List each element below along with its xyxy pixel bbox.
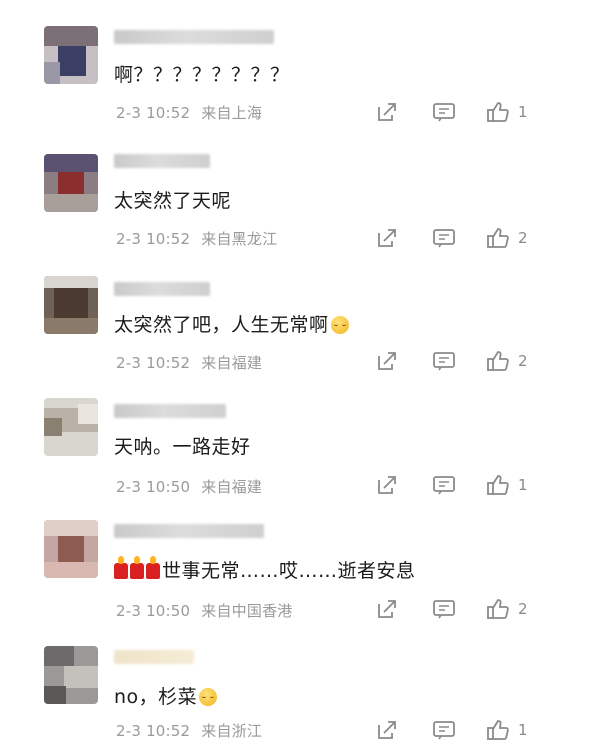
thumbs-up-icon	[487, 475, 509, 495]
like-count: 2	[518, 352, 528, 370]
avatar[interactable]	[44, 154, 98, 212]
like-count: 2	[518, 229, 528, 247]
comment-list: 啊？？？？？？？？ 2-3 10:52 来自上海 1 太突然了天呢 2-3 10…	[0, 0, 600, 748]
thumbs-up-icon	[487, 102, 509, 122]
like-button[interactable]: 1	[486, 718, 528, 742]
comment-item: 世事无常……哎……逝者安息 2-3 10:50 来自中国香港 2	[0, 496, 600, 620]
comment-icon	[433, 229, 455, 248]
like-button[interactable]: 2	[486, 226, 528, 250]
comment-time: 2-3 10:52	[116, 722, 191, 740]
comment-meta: 2-3 10:52 来自福建	[116, 352, 262, 373]
crying-emoji	[330, 316, 349, 334]
comment-location: 来自中国香港	[201, 602, 293, 620]
like-count: 1	[518, 103, 528, 121]
username-blurred[interactable]	[114, 524, 264, 538]
like-button[interactable]: 1	[486, 100, 528, 124]
comment-icon	[433, 721, 455, 740]
comment-button[interactable]	[432, 473, 456, 497]
candle-emoji	[146, 556, 160, 579]
share-button[interactable]	[376, 349, 398, 373]
comment-icon	[433, 600, 455, 619]
username-blurred[interactable]	[114, 30, 274, 44]
comment-text-content: 太突然了吧，人生无常啊	[114, 314, 329, 336]
comment-location: 来自上海	[201, 104, 263, 122]
username-blurred[interactable]	[114, 404, 226, 418]
thumbs-up-icon	[487, 351, 509, 371]
thumbs-up-icon	[487, 599, 509, 619]
username-blurred[interactable]	[114, 282, 210, 296]
comment-location: 来自福建	[201, 478, 263, 496]
share-icon	[378, 352, 396, 370]
comment-icon	[433, 103, 455, 122]
avatar[interactable]	[44, 520, 98, 578]
comment-item: 啊？？？？？？？？ 2-3 10:52 来自上海 1	[0, 0, 600, 124]
like-count: 2	[518, 600, 528, 618]
share-icon	[378, 721, 396, 739]
comment-time: 2-3 10:52	[116, 104, 191, 122]
share-button[interactable]	[376, 100, 398, 124]
avatar[interactable]	[44, 646, 98, 704]
share-icon	[378, 600, 396, 618]
avatar[interactable]	[44, 398, 98, 456]
comment-meta: 2-3 10:50 来自福建	[116, 476, 262, 497]
comment-text-content: no，杉菜	[114, 686, 198, 708]
candle-emoji	[114, 556, 128, 579]
comment-text: 世事无常……哎……逝者安息	[114, 556, 416, 583]
share-button[interactable]	[376, 718, 398, 742]
comment-location: 来自黑龙江	[201, 230, 278, 248]
like-button[interactable]: 2	[486, 597, 528, 621]
username-blurred[interactable]	[114, 650, 194, 664]
comment-button[interactable]	[432, 226, 456, 250]
comment-item: no，杉菜 2-3 10:52 来自浙江 1	[0, 620, 600, 744]
comment-meta: 2-3 10:50 来自中国香港	[116, 600, 292, 621]
thumbs-up-icon	[487, 228, 509, 248]
like-button[interactable]: 1	[486, 473, 528, 497]
share-button[interactable]	[376, 226, 398, 250]
comment-location: 来自浙江	[201, 722, 263, 740]
comment-text: no，杉菜	[114, 682, 218, 709]
avatar[interactable]	[44, 26, 98, 84]
like-count: 1	[518, 721, 528, 739]
comment-text: 太突然了吧，人生无常啊	[114, 310, 349, 337]
comment-item: 太突然了天呢 2-3 10:52 来自黑龙江 2	[0, 124, 600, 248]
comment-item: 太突然了吧，人生无常啊 2-3 10:52 来自福建 2	[0, 248, 600, 372]
comment-icon	[433, 476, 455, 495]
like-button[interactable]: 2	[486, 349, 528, 373]
comment-meta: 2-3 10:52 来自黑龙江	[116, 228, 277, 249]
comment-location: 来自福建	[201, 354, 263, 372]
thumbs-up-icon	[487, 720, 509, 740]
comment-button[interactable]	[432, 349, 456, 373]
comment-time: 2-3 10:50	[116, 602, 191, 620]
share-button[interactable]	[376, 597, 398, 621]
comment-icon	[433, 352, 455, 371]
comment-meta: 2-3 10:52 来自浙江	[116, 720, 262, 741]
share-icon	[378, 476, 396, 494]
comment-text-content: 世事无常……哎……逝者安息	[162, 560, 416, 582]
comment-text: 天呐。一路走好	[114, 436, 251, 458]
share-icon	[378, 229, 396, 247]
comment-item: 天呐。一路走好 2-3 10:50 来自福建 1	[0, 372, 600, 496]
comment-button[interactable]	[432, 100, 456, 124]
comment-button[interactable]	[432, 718, 456, 742]
comment-time: 2-3 10:52	[116, 230, 191, 248]
crying-emoji	[199, 688, 218, 706]
comment-meta: 2-3 10:52 来自上海	[116, 102, 262, 123]
comment-time: 2-3 10:52	[116, 354, 191, 372]
comment-time: 2-3 10:50	[116, 478, 191, 496]
share-icon	[378, 103, 396, 121]
like-count: 1	[518, 476, 528, 494]
comment-text: 啊？？？？？？？？	[114, 64, 290, 86]
username-blurred[interactable]	[114, 154, 210, 168]
comment-text: 太突然了天呢	[114, 190, 232, 212]
share-button[interactable]	[376, 473, 398, 497]
comment-button[interactable]	[432, 597, 456, 621]
candle-emoji	[130, 556, 144, 579]
avatar[interactable]	[44, 276, 98, 334]
